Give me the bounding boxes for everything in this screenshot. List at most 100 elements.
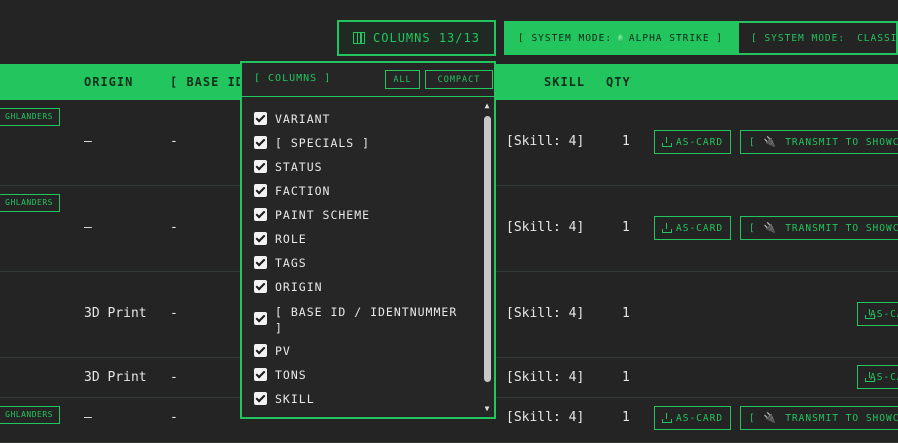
as-card-button[interactable]: AS-CARD [654,406,732,430]
checkbox[interactable] [254,136,267,149]
column-option[interactable]: ORIGIN [254,280,469,294]
transmit-button[interactable]: [ 🔌 TRANSMIT TO SHOWCASE [740,130,898,154]
column-option-label: ORIGIN [275,280,323,294]
qty-cell: 1 [622,370,630,385]
base-id-cell: - [170,306,178,321]
as-card-button[interactable]: AS-CARD [654,130,732,154]
origin-cell: 3D Print [84,370,147,385]
base-id-cell: - [170,410,178,425]
as-card-label: AS-CARD [676,412,724,424]
checkbox[interactable] [254,344,267,357]
origin-cell: 3D Print [84,306,147,321]
tag-badge[interactable]: GHLANDERS [0,108,60,126]
skill-cell: [Skill: 4] [506,220,585,235]
scrollbar-thumb[interactable] [484,116,491,382]
column-option[interactable]: PV [254,344,469,358]
dropdown-scrollbar[interactable]: ▲ ▼ [480,98,494,418]
checkbox[interactable] [254,160,267,173]
base-id-cell: - [170,220,178,235]
mode-classic[interactable]: [ SYSTEM MODE: CLASSIC ] [739,23,896,53]
bracket-open: [ [749,136,756,148]
plug-icon: 🔌 [763,136,778,148]
transmit-label: TRANSMIT TO SHOWCASE [785,222,898,234]
checkbox[interactable] [254,208,267,221]
skill-cell: [Skill: 4] [506,370,585,385]
dropdown-title: [ COLUMNS ] [254,73,332,84]
columns-button-label: COLUMNS 13/13 [373,31,480,45]
scroll-down-icon[interactable]: ▼ [482,404,492,414]
checkbox[interactable] [254,392,267,405]
scroll-up-icon[interactable]: ▲ [482,101,492,111]
column-option[interactable]: STATUS [254,160,469,174]
select-all-button[interactable]: ALL [385,70,420,89]
qty-cell: 1 [622,220,630,235]
qty-cell: 1 [622,306,630,321]
as-card-button[interactable]: AS-CARD [857,302,898,326]
tag-badge[interactable]: GHLANDERS [0,406,60,424]
download-icon [662,413,672,423]
column-option[interactable]: PAINT SCHEME [254,208,469,222]
columns-dropdown: [ COLUMNS ] ALL COMPACT VARIANT [ SPECIA… [240,61,496,419]
header-origin[interactable]: ORIGIN [84,75,133,89]
column-option-label: SKILL [275,392,315,406]
skill-cell: [Skill: 4] [506,306,585,321]
column-option-label: TAGS [275,256,307,270]
checkbox[interactable] [254,112,267,125]
column-option[interactable]: VARIANT [254,112,469,126]
mode-value: CLASSIC ] [857,32,896,44]
system-mode-switch: [ SYSTEM MODE: ALPHA STRIKE ] [ SYSTEM M… [504,21,898,55]
bracket-open: [ [749,222,756,234]
as-card-button[interactable]: AS-CARD [857,365,898,389]
column-option-label: TONS [275,368,307,382]
column-option-label: VARIANT [275,112,331,126]
column-option[interactable]: TONS [254,368,469,382]
column-option[interactable]: TAGS [254,256,469,270]
origin-cell: — [84,134,92,149]
transmit-button[interactable]: [ 🔌 TRANSMIT TO SHOWCASE [740,216,898,240]
transmit-button[interactable]: [ 🔌 TRANSMIT TO SHOWCASE [740,406,898,430]
checkbox[interactable] [254,312,267,325]
column-option[interactable]: SKILL [254,392,469,406]
column-option-label: STATUS [275,160,323,174]
header-skill[interactable]: SKILL [544,75,585,89]
column-option-label: ROLE [275,232,307,246]
dropdown-header: [ COLUMNS ] ALL COMPACT [242,63,494,97]
column-option[interactable]: ROLE [254,232,469,246]
mode-alpha-strike[interactable]: [ SYSTEM MODE: ALPHA STRIKE ] [506,23,735,53]
mode-value: ALPHA STRIKE ] [628,32,723,44]
checkbox[interactable] [254,280,267,293]
qty-cell: 1 [622,410,630,425]
base-id-cell: - [170,370,178,385]
compact-button[interactable]: COMPACT [425,70,493,89]
checkbox[interactable] [254,184,267,197]
column-option[interactable]: [ SPECIALS ] [254,136,469,150]
header-qty[interactable]: QTY [606,75,631,89]
skill-cell: [Skill: 4] [506,134,585,149]
as-card-label: AS-CARD [676,136,724,148]
checkbox[interactable] [254,368,267,381]
skill-cell: [Skill: 4] [506,410,585,425]
column-option[interactable]: [ BASE ID / IDENTNUMMER ] [254,304,469,336]
checkbox[interactable] [254,256,267,269]
columns-icon [353,32,366,44]
bracket-open: [ [749,412,756,424]
origin-cell: — [84,410,92,425]
status-dot-icon [618,33,623,43]
column-option-label: [ SPECIALS ] [275,136,371,150]
plug-icon: 🔌 [763,412,778,424]
as-card-button[interactable]: AS-CARD [654,216,732,240]
columns-button[interactable]: COLUMNS 13/13 [337,20,496,56]
column-option-label: FACTION [275,184,331,198]
tag-badge[interactable]: GHLANDERS [0,194,60,212]
column-option-label: PAINT SCHEME [275,208,371,222]
origin-cell: — [84,220,92,235]
download-icon [662,223,672,233]
column-option[interactable]: FACTION [254,184,469,198]
transmit-label: TRANSMIT TO SHOWCASE [785,136,898,148]
column-option-label: [ BASE ID / IDENTNUMMER ] [275,305,458,335]
header-base-id[interactable]: [ BASE ID [170,75,244,89]
checkbox[interactable] [254,232,267,245]
plug-icon: 🔌 [763,222,778,234]
column-option-label: PV [275,344,291,358]
base-id-cell: - [170,134,178,149]
